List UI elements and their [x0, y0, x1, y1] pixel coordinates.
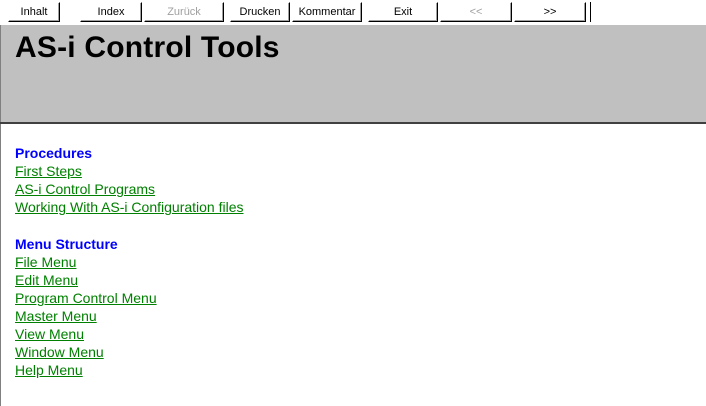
toolbar: Inhalt Index Zurück Drucken Kommentar Ex…: [0, 0, 706, 24]
back-button[interactable]: Zurück: [144, 2, 224, 22]
link-program-control-menu[interactable]: Program Control Menu: [15, 290, 157, 306]
topic-content: Procedures First Steps AS-i Control Prog…: [0, 124, 706, 406]
toolbar-divider: [590, 2, 591, 22]
comment-button[interactable]: Kommentar: [292, 2, 362, 22]
contents-button[interactable]: Inhalt: [8, 2, 60, 22]
link-as-i-control-programs[interactable]: AS-i Control Programs: [15, 181, 155, 197]
link-first-steps[interactable]: First Steps: [15, 163, 82, 179]
section-title-menu-structure: Menu Structure: [15, 236, 118, 252]
link-master-menu[interactable]: Master Menu: [15, 308, 97, 324]
link-edit-menu[interactable]: Edit Menu: [15, 272, 78, 288]
link-file-menu[interactable]: File Menu: [15, 254, 76, 270]
index-button[interactable]: Index: [80, 2, 142, 22]
link-help-menu[interactable]: Help Menu: [15, 362, 83, 378]
section-title-procedures: Procedures: [15, 145, 93, 161]
link-working-with-configuration-files[interactable]: Working With AS-i Configuration files: [15, 199, 244, 215]
exit-button[interactable]: Exit: [368, 2, 438, 22]
previous-topic-button[interactable]: <<: [440, 2, 512, 22]
page-header: AS-i Control Tools: [0, 25, 706, 122]
link-view-menu[interactable]: View Menu: [15, 326, 84, 342]
next-topic-button[interactable]: >>: [514, 2, 586, 22]
link-window-menu[interactable]: Window Menu: [15, 344, 104, 360]
print-button[interactable]: Drucken: [230, 2, 290, 22]
page-title: AS-i Control Tools: [15, 31, 280, 64]
